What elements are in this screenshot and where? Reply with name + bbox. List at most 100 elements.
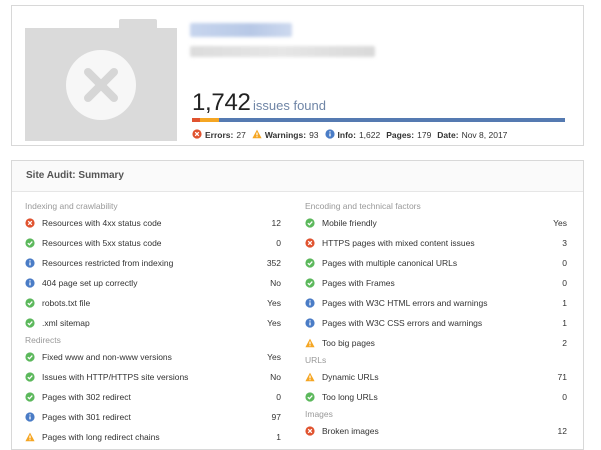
summary-row[interactable]: Resources restricted from indexing 352 xyxy=(25,253,281,273)
summary-row-label: Mobile friendly xyxy=(322,218,377,228)
summary-row-label: Pages with multiple canonical URLs xyxy=(322,258,458,268)
summary-row[interactable]: Pages with W3C HTML errors and warnings 1 xyxy=(305,293,567,313)
stat-info: Info: 1,622 xyxy=(324,129,381,141)
summary-row[interactable]: Fixed www and non-www versions Yes xyxy=(25,347,281,367)
summary-row[interactable]: Resources with 4xx status code 12 xyxy=(25,213,281,233)
stat-label: Date: xyxy=(437,130,459,140)
warning-status-icon xyxy=(305,338,315,348)
ok-status-icon xyxy=(305,258,315,268)
errors-segment xyxy=(192,118,200,122)
warnings-segment xyxy=(200,118,219,122)
summary-left-column: Indexing and crawlability Resources with … xyxy=(25,199,281,447)
summary-row-label: Issues with HTTP/HTTPS site versions xyxy=(42,372,189,382)
summary-row-label: .xml sitemap xyxy=(42,318,90,328)
stat-label: Warnings: xyxy=(264,130,307,140)
thumbnail-tab-shape xyxy=(119,19,157,29)
info-status-icon xyxy=(25,412,35,422)
stat-label: Info: xyxy=(337,130,356,140)
summary-row-value: 1 xyxy=(562,298,567,308)
ok-status-icon xyxy=(25,352,35,362)
summary-row-label: Too long URLs xyxy=(322,392,378,402)
summary-row-value: Yes xyxy=(553,218,567,228)
issues-label: issues found xyxy=(253,98,326,113)
summary-row-label: robots.txt file xyxy=(42,298,91,308)
summary-row-value: Yes xyxy=(267,318,281,328)
ok-status-icon xyxy=(25,318,35,328)
ok-status-icon xyxy=(25,298,35,308)
stat-value: 27 xyxy=(236,130,246,140)
summary-row[interactable]: Pages with 302 redirect 0 xyxy=(25,387,281,407)
error-status-icon xyxy=(25,218,35,228)
summary-row[interactable]: Pages with Frames 0 xyxy=(305,273,567,293)
summary-row[interactable]: robots.txt file Yes xyxy=(25,293,281,313)
summary-row-value: 3 xyxy=(562,238,567,248)
summary-row[interactable]: HTTPS pages with mixed content issues 3 xyxy=(305,233,567,253)
summary-row[interactable]: Pages with W3C CSS errors and warnings 1 xyxy=(305,313,567,333)
ok-status-icon xyxy=(25,372,35,382)
issues-count: 1,742 xyxy=(192,89,251,116)
summary-row-label: Pages with W3C HTML errors and warnings xyxy=(322,298,488,308)
section-title: Indexing and crawlability xyxy=(25,201,118,211)
stat-label: Errors: xyxy=(205,130,234,140)
issues-progress-bar xyxy=(192,118,565,122)
summary-row-label: Broken images xyxy=(322,426,379,436)
summary-title: Site Audit: Summary xyxy=(12,161,583,192)
site-header-card: 1,742 issues found Errors: 27 Warnings: 93 I… xyxy=(11,5,584,146)
summary-row[interactable]: Mobile friendly Yes xyxy=(305,213,567,233)
stat-pages: Pages: 179 xyxy=(386,130,431,140)
warning-status-icon xyxy=(25,432,35,442)
stat-value: 93 xyxy=(309,130,319,140)
summary-row[interactable]: Resources with 5xx status code 0 xyxy=(25,233,281,253)
summary-row[interactable]: Issues with HTTP/HTTPS site versions No xyxy=(25,367,281,387)
error-status-icon xyxy=(305,238,315,248)
info-status-icon xyxy=(305,298,315,308)
section-title: Encoding and technical factors xyxy=(305,201,421,211)
summary-row[interactable]: 404 page set up correctly No xyxy=(25,273,281,293)
stat-errors: Errors: 27 xyxy=(192,129,246,141)
stat-label: Pages: xyxy=(386,130,415,140)
warning-status-icon xyxy=(305,372,315,382)
summary-row-label: Pages with Frames xyxy=(322,278,395,288)
broken-image-icon xyxy=(66,50,136,120)
ok-status-icon xyxy=(25,392,35,402)
summary-row-value: 2 xyxy=(562,338,567,348)
summary-row[interactable]: .xml sitemap Yes xyxy=(25,313,281,333)
summary-row-value: 1 xyxy=(562,318,567,328)
summary-row[interactable]: Pages with long redirect chains 1 xyxy=(25,427,281,447)
summary-row[interactable]: Dynamic URLs 71 xyxy=(305,367,567,387)
stat-warnings: Warnings: 93 xyxy=(252,129,319,141)
summary-row-label: Resources with 4xx status code xyxy=(42,218,162,228)
summary-row[interactable]: Pages with 301 redirect 97 xyxy=(25,407,281,427)
summary-row-label: 404 page set up correctly xyxy=(42,278,138,288)
summary-row[interactable]: Pages with multiple canonical URLs 0 xyxy=(305,253,567,273)
summary-row-value: Yes xyxy=(267,352,281,362)
summary-row-label: Pages with 301 redirect xyxy=(42,412,131,422)
summary-row-label: Resources restricted from indexing xyxy=(42,258,174,268)
summary-row-value: 0 xyxy=(276,392,281,402)
summary-panel: Site Audit: Summary Indexing and crawlab… xyxy=(11,160,584,450)
summary-row-value: Yes xyxy=(267,298,281,308)
summary-row[interactable]: Broken images 12 xyxy=(305,421,567,441)
summary-row-value: 0 xyxy=(562,392,567,402)
summary-row[interactable]: Too long URLs 0 xyxy=(305,387,567,407)
summary-row-label: Pages with long redirect chains xyxy=(42,432,160,442)
warning-icon xyxy=(252,129,262,141)
error-icon xyxy=(192,129,202,141)
summary-row-label: Pages with W3C CSS errors and warnings xyxy=(322,318,483,328)
summary-row[interactable]: Too big pages 2 xyxy=(305,333,567,353)
summary-row-value: 1 xyxy=(276,432,281,442)
error-status-icon xyxy=(305,426,315,436)
summary-row-value: 0 xyxy=(562,258,567,268)
summary-row-label: HTTPS pages with mixed content issues xyxy=(322,238,475,248)
section-title: Redirects xyxy=(25,335,61,345)
blurred-site-name xyxy=(190,23,292,37)
info-status-icon xyxy=(25,258,35,268)
summary-row-value: 0 xyxy=(562,278,567,288)
summary-row-label: Fixed www and non-www versions xyxy=(42,352,172,362)
stat-value: 179 xyxy=(417,130,432,140)
stat-value: 1,622 xyxy=(358,130,381,140)
summary-row-value: 12 xyxy=(557,426,567,436)
blurred-site-url xyxy=(190,46,375,57)
summary-row-value: 352 xyxy=(266,258,281,268)
summary-row-value: 71 xyxy=(557,372,567,382)
